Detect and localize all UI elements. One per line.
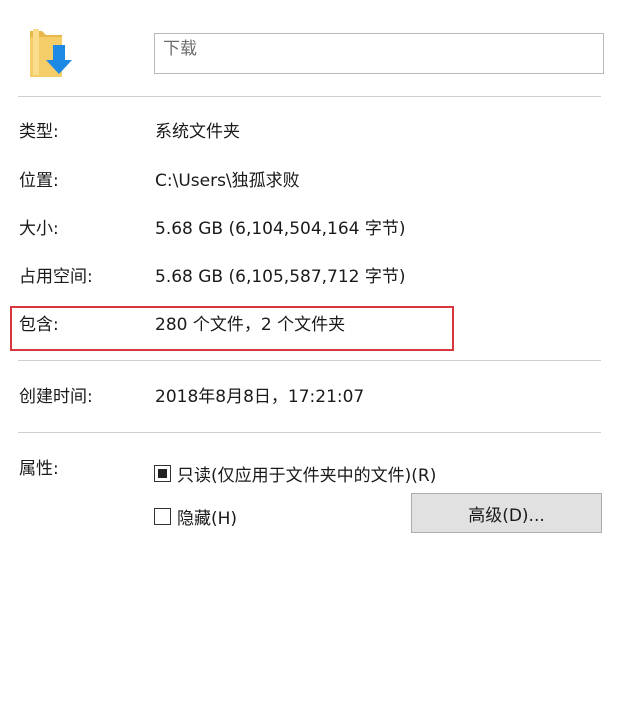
divider: [18, 360, 601, 361]
attributes-label: 属性:: [19, 459, 59, 479]
type-label: 类型:: [19, 122, 59, 142]
downloads-folder-icon: [30, 29, 72, 77]
type-value: 系统文件夹: [155, 122, 240, 142]
advanced-button[interactable]: 高级(D)...: [411, 493, 602, 533]
created-value: 2018年8月8日，17:21:07: [155, 387, 365, 407]
size-label: 大小:: [19, 219, 59, 239]
readonly-label: 只读(仅应用于文件夹中的文件)(R): [177, 466, 437, 486]
location-value: C:\Users\独孤求败: [155, 171, 300, 191]
folder-name-input[interactable]: 下载: [154, 33, 604, 74]
hidden-checkbox[interactable]: [154, 508, 171, 525]
size-value: 5.68 GB (6,104,504,164 字节): [155, 219, 406, 239]
contains-label: 包含:: [19, 315, 59, 335]
location-label: 位置:: [19, 171, 59, 191]
hidden-option[interactable]: 隐藏(H): [154, 504, 237, 529]
divider: [18, 96, 601, 97]
divider: [18, 432, 601, 433]
created-label: 创建时间:: [19, 387, 93, 407]
readonly-checkbox[interactable]: [154, 465, 171, 482]
size-on-disk-value: 5.68 GB (6,105,587,712 字节): [155, 267, 406, 287]
readonly-option[interactable]: 只读(仅应用于文件夹中的文件)(R): [154, 461, 436, 486]
size-on-disk-label: 占用空间:: [19, 267, 93, 287]
contains-value: 280 个文件，2 个文件夹: [155, 315, 346, 335]
hidden-label: 隐藏(H): [177, 509, 238, 529]
